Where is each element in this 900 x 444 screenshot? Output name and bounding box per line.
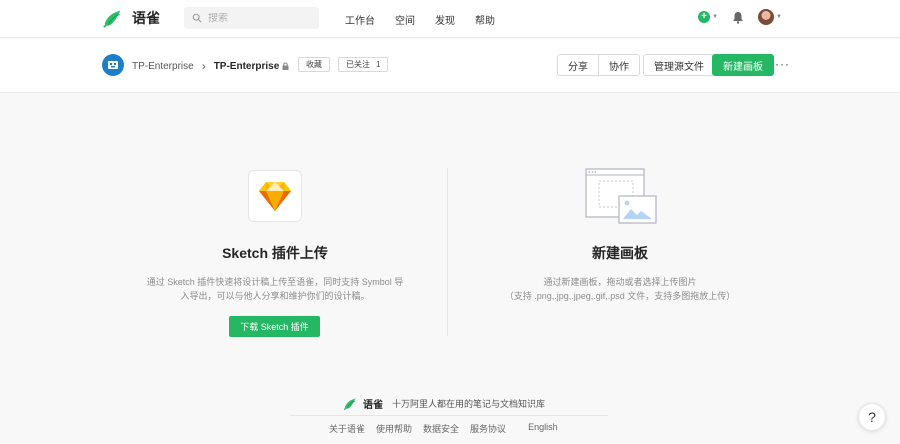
footer-divider: [290, 415, 608, 416]
team-logo-icon[interactable]: [102, 54, 124, 76]
footer-link-help[interactable]: 使用帮助: [376, 422, 412, 435]
new-board-title: 新建画板: [592, 245, 648, 261]
footer-brand-name: 语雀: [363, 400, 383, 411]
brand-name: 语雀: [132, 10, 160, 26]
yuque-bird-icon: [343, 398, 356, 411]
yuque-bird-icon: [103, 10, 121, 28]
breadcrumb-repo[interactable]: TP-Enterprise: [214, 61, 280, 72]
bell-icon[interactable]: [732, 11, 744, 24]
user-menu[interactable]: ▼: [758, 9, 782, 25]
share-collab-group: 分享 协作: [557, 54, 640, 76]
footer-brand: 语雀 十万阿里人都在用的笔记与文档知识库: [343, 396, 545, 411]
sketch-desc-line1: 通过 Sketch 插件快速将设计稿上传至语雀，同时支持 Symbol 导: [146, 277, 404, 287]
new-board-illustration-icon: [585, 168, 657, 224]
footer-link-terms[interactable]: 服务协议: [470, 422, 506, 435]
panel-divider: [447, 168, 448, 336]
footer-slogan: 十万阿里人都在用的笔记与文档知识库: [392, 399, 546, 409]
help-button[interactable]: ?: [858, 403, 886, 431]
collect-label: 收藏: [306, 60, 322, 69]
brand-logo[interactable]: 语雀: [102, 7, 160, 29]
team-emblem-icon: [108, 61, 118, 69]
collect-button[interactable]: 收藏: [298, 57, 330, 72]
follow-button[interactable]: 已关注 1: [338, 57, 389, 72]
footer-link-security[interactable]: 数据安全: [423, 422, 459, 435]
avatar: [758, 9, 775, 25]
sketch-logo: [248, 170, 302, 222]
more-options-icon[interactable]: ···: [775, 57, 790, 71]
top-navbar: 语雀 工作台 空间 发现 帮助 + ▼ ▼: [0, 0, 900, 38]
sketch-diamond-icon: [259, 182, 291, 211]
plus-circle-icon: +: [698, 11, 711, 23]
follow-count: 1: [376, 60, 381, 69]
lock-icon: [282, 62, 289, 70]
repo-header: TP-Enterprise › TP-Enterprise 收藏 已关注 1 分…: [0, 39, 900, 93]
collaborate-button[interactable]: 协作: [599, 54, 640, 76]
share-button[interactable]: 分享: [557, 54, 599, 76]
search-icon: [192, 13, 202, 23]
breadcrumb: TP-Enterprise › TP-Enterprise: [132, 59, 289, 73]
create-menu-button[interactable]: + ▼: [698, 11, 718, 23]
caret-down-icon: ▼: [776, 14, 782, 20]
main-nav: 工作台 空间 发现 帮助: [345, 12, 495, 27]
sketch-plugin-title: Sketch 插件上传: [222, 245, 328, 261]
new-board-description: 通过新建画板，拖动或者选择上传图片 （支持 .png,.jpg,.jpeg,.g…: [475, 275, 765, 303]
language-switch[interactable]: English: [528, 422, 558, 435]
footer-links: 关于语雀 使用帮助 数据安全 服务协议 English: [329, 422, 558, 435]
new-board-button[interactable]: 新建画板: [712, 54, 774, 76]
breadcrumb-team[interactable]: TP-Enterprise: [132, 61, 194, 72]
chevron-right-icon: ›: [201, 59, 206, 73]
sketch-desc-line2: 入导出，可以与他人分享和维护你们的设计稿。: [180, 291, 370, 301]
nav-actions: + ▼ ▼: [698, 9, 782, 25]
nav-discover[interactable]: 发现: [435, 12, 455, 27]
new-board-desc-line1: 通过新建画板，拖动或者选择上传图片: [543, 277, 697, 287]
caret-down-icon: ▼: [712, 14, 719, 20]
nav-workbench[interactable]: 工作台: [345, 12, 375, 27]
manage-source-files-button[interactable]: 管理源文件: [643, 54, 715, 76]
nav-space[interactable]: 空间: [395, 12, 415, 27]
footer-link-about[interactable]: 关于语雀: [329, 422, 365, 435]
nav-help[interactable]: 帮助: [475, 12, 495, 27]
follow-label: 已关注: [346, 60, 370, 69]
new-board-desc-line2: （支持 .png,.jpg,.jpeg,.gif,.psd 文件，支持多图拖放上…: [504, 291, 736, 301]
search-input[interactable]: [208, 12, 308, 24]
search-box[interactable]: [184, 7, 319, 29]
sketch-plugin-description: 通过 Sketch 插件快速将设计稿上传至语雀，同时支持 Symbol 导 入导…: [135, 275, 415, 303]
download-sketch-plugin-button[interactable]: 下载 Sketch 插件: [229, 316, 320, 337]
